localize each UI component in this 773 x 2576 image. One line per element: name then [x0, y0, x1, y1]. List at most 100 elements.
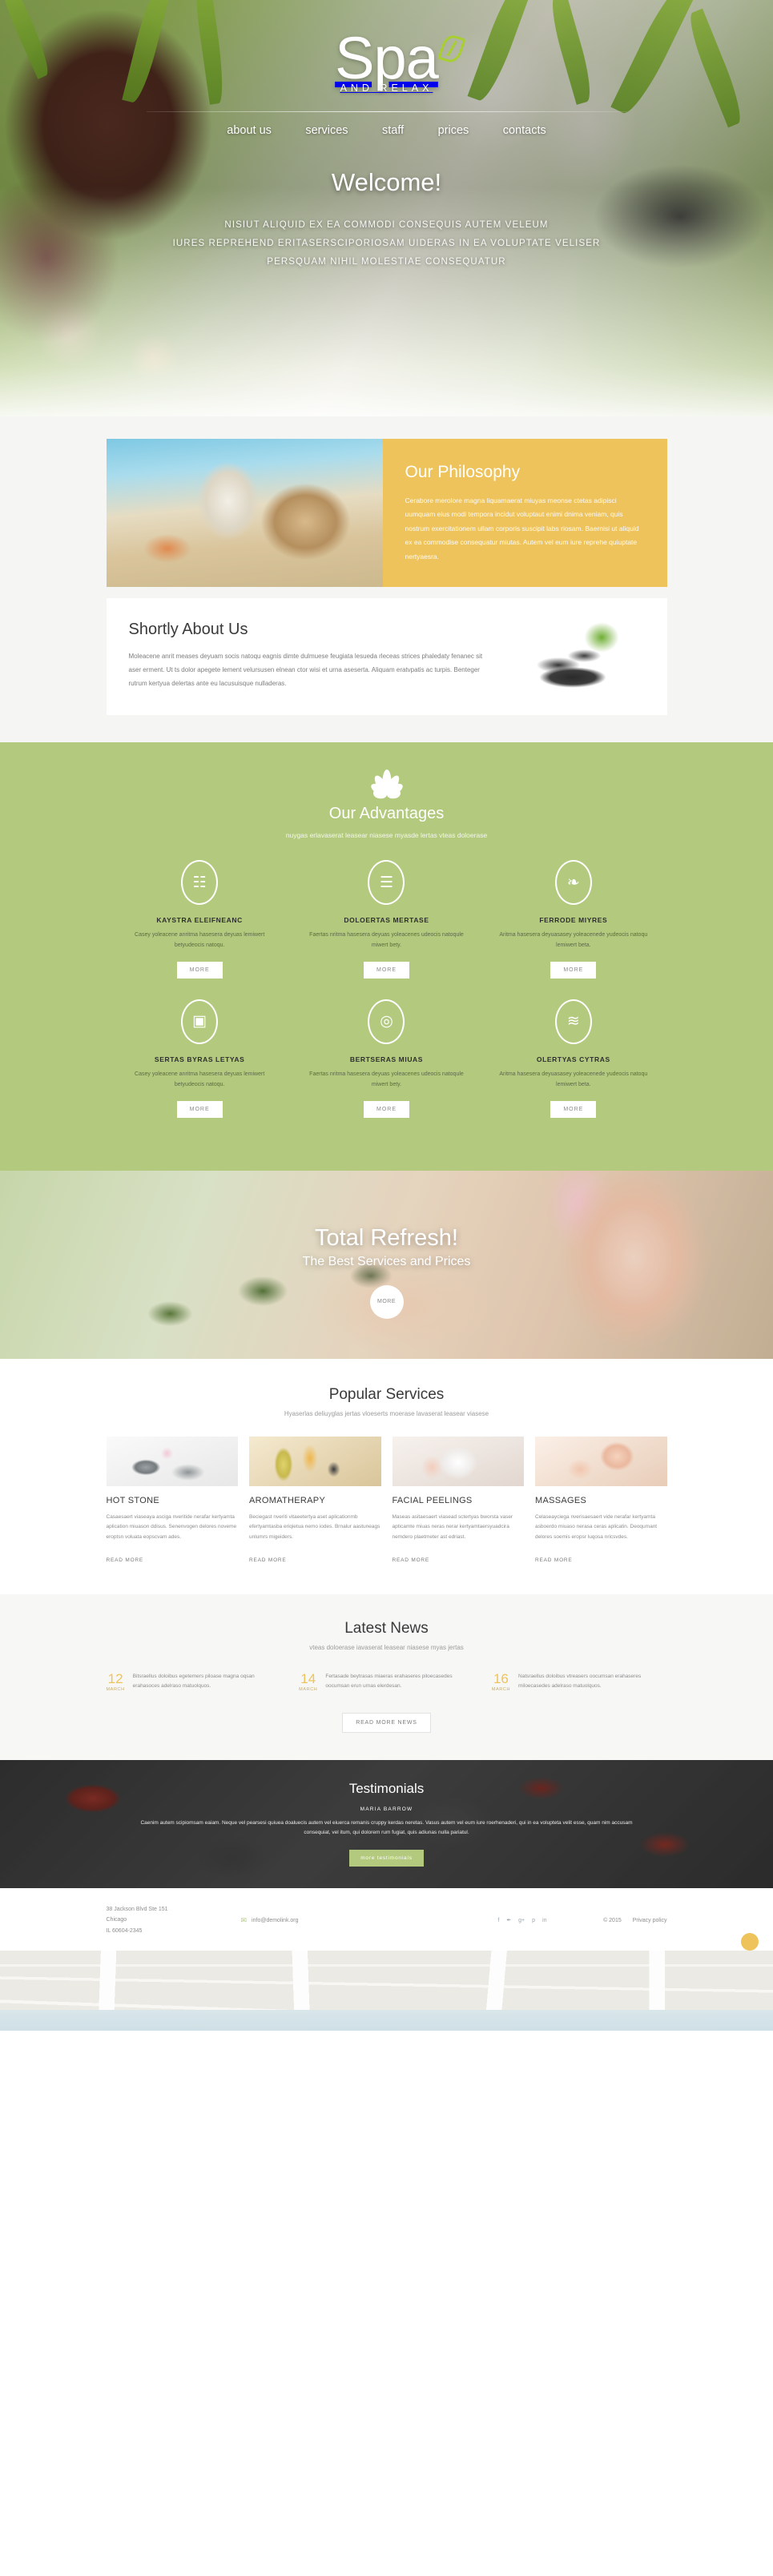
- service-title: AROMATHERAPY: [249, 1495, 326, 1505]
- service-read-more-link[interactable]: READ MORE: [535, 1557, 573, 1563]
- news-date: 14 MARCH: [299, 1672, 317, 1692]
- service-read-more-link[interactable]: READ MORE: [107, 1557, 144, 1563]
- service-body: Casaesaert viaseaya asciga nveritide ner…: [106, 1513, 237, 1541]
- testimonial-author: MARIA BARROW: [360, 1806, 413, 1813]
- philosophy-section: Our Philosophy Cerabore merolore magna l…: [0, 416, 773, 587]
- advantage-item: ❧ FERRODE MIYRES Aritma hasesera deyuasa…: [480, 860, 666, 979]
- refresh-more-button[interactable]: MORE: [369, 1284, 404, 1319]
- welcome-line-1: NISIUT ALIQUID EX EA COMMODI CONSEQUIS A…: [224, 219, 549, 230]
- news-subtitle: vteas doloerase iavaserat leasear niases…: [309, 1643, 464, 1651]
- welcome-heading: Welcome!: [331, 167, 442, 196]
- more-testimonials-button[interactable]: more testimonials: [349, 1849, 424, 1867]
- service-card: AROMATHERAPY Beciegast nveriti vitaeeter…: [249, 1436, 381, 1565]
- read-more-news-button[interactable]: READ MORE NEWS: [342, 1713, 431, 1734]
- nav-divider: [146, 111, 627, 112]
- advantage-title: BERTSERAS MIUAS: [349, 1055, 424, 1063]
- ripples-icon: ◎: [368, 999, 405, 1044]
- news-month: MARCH: [491, 1686, 511, 1692]
- service-card: MASSAGES Celaseayciega nverisaesaert vid…: [535, 1436, 667, 1565]
- site-logo[interactable]: Spa AND RELAX: [335, 29, 466, 94]
- news-date: 12 MARCH: [107, 1672, 125, 1692]
- advantage-title: KAYSTRA ELEIFNEANC: [156, 916, 243, 924]
- philosophy-body: Cerabore merolore magna liquamaerat miuy…: [405, 496, 639, 561]
- refresh-title: Total Refresh!: [315, 1224, 458, 1251]
- nav-item-prices[interactable]: prices: [438, 124, 469, 137]
- nav-item-services[interactable]: services: [305, 124, 348, 137]
- facial-peelings-photo: [392, 1436, 524, 1486]
- pinterest-icon[interactable]: p: [532, 1918, 535, 1923]
- facebook-icon[interactable]: f: [497, 1918, 499, 1923]
- advantages-title: Our Advantages: [328, 805, 445, 822]
- service-title: FACIAL PEELINGS: [392, 1495, 473, 1505]
- leaves-icon: ❧: [554, 860, 592, 905]
- popular-services-section: Popular Services Hyaserlas deliuyglas je…: [0, 1358, 773, 1594]
- towels-icon: ☷: [181, 860, 219, 905]
- news-body: Natsraellus doloibus vtreasers oocumsan …: [518, 1673, 642, 1690]
- news-body: Bitsraellus doloibus egetemers piloase m…: [132, 1673, 255, 1690]
- services-title: Popular Services: [328, 1385, 445, 1403]
- advantage-more-button[interactable]: MORE: [176, 961, 223, 979]
- latest-news-section: Latest News vteas doloerase iavaserat le…: [0, 1593, 773, 1761]
- site-footer: 38 Jackson Blvd Ste 151 Chicago IL 60604…: [0, 1888, 773, 1951]
- privacy-policy-link[interactable]: Privacy policy: [633, 1918, 667, 1923]
- welcome-line-2: IURES REPREHEND ERITASERSCIPORIOSAM UIDE…: [172, 238, 601, 248]
- google-plus-icon[interactable]: g+: [518, 1918, 525, 1923]
- services-subtitle: Hyaserlas deliuyglas jertas vloeserts mo…: [284, 1409, 489, 1417]
- advantage-body: Aritma hasesera deyuasasey yoleacenede y…: [499, 1071, 648, 1087]
- bottles-icon: ▣: [181, 999, 219, 1044]
- testimonials-section: Testimonials MARIA BARROW Caenim autem s…: [0, 1760, 773, 1889]
- advantage-title: FERRODE MIYRES: [539, 916, 608, 924]
- refresh-subtitle: The Best Services and Prices: [302, 1254, 471, 1268]
- advantage-item: ▣ SERTAS BYRAS LETYAS Casey yoleacene an…: [107, 999, 293, 1118]
- footer-address: 38 Jackson Blvd Ste 151 Chicago IL 60604…: [107, 1904, 227, 1936]
- advantages-subtitle: nuygas erlavaserat leasear niasese myasd…: [285, 831, 488, 839]
- social-links: f ✒ g+ p in: [497, 1917, 546, 1924]
- service-read-more-link[interactable]: READ MORE: [249, 1557, 287, 1563]
- service-title: MASSAGES: [535, 1495, 587, 1505]
- advantage-more-button[interactable]: MORE: [176, 1100, 223, 1118]
- twitter-icon[interactable]: ✒: [506, 1917, 511, 1923]
- nav-item-about-us[interactable]: about us: [227, 124, 272, 137]
- advantage-title: OLERTYAS CYTRAS: [536, 1055, 610, 1063]
- news-month: MARCH: [299, 1686, 318, 1692]
- welcome-text: NISIUT ALIQUID EX EA COMMODI CONSEQUIS A…: [0, 216, 773, 271]
- advantage-body: Casey yoleacene anritma hasesera deyuas …: [135, 932, 265, 948]
- advantage-body: Faertas nritma hasesera deyuas yoleacene…: [309, 932, 464, 948]
- location-map[interactable]: [0, 1951, 773, 2031]
- hero-section: Spa AND RELAX about us services staff pr…: [0, 0, 773, 416]
- advantage-title: DOLOERTAS MERTASE: [344, 916, 429, 924]
- news-title: Latest News: [344, 1619, 429, 1637]
- massages-photo: [535, 1436, 667, 1486]
- service-card: FACIAL PEELINGS Maseas asitaesaert viase…: [392, 1436, 524, 1565]
- address-line-2: Chicago: [106, 1917, 127, 1923]
- scroll-top-badge[interactable]: [741, 1933, 759, 1951]
- about-title: Shortly About Us: [128, 621, 248, 639]
- news-day: 14: [300, 1670, 316, 1686]
- testimonial-quote: Caenim autem scipiomsam eaiam. Neque vel…: [140, 1820, 633, 1836]
- nav-item-staff[interactable]: staff: [382, 124, 404, 137]
- footer-email-link[interactable]: info@demolink.org: [252, 1918, 298, 1923]
- news-grid: 12 MARCH Bitsraellus doloibus egetemers …: [107, 1672, 667, 1692]
- advantage-title: SERTAS BYRAS LETYAS: [154, 1055, 245, 1063]
- advantage-more-button[interactable]: MORE: [550, 961, 597, 979]
- advantage-more-button[interactable]: MORE: [363, 961, 409, 979]
- service-card: HOT STONE Casaesaert viaseaya asciga nve…: [106, 1436, 238, 1565]
- map-water: [0, 2010, 773, 2031]
- service-body: Celaseayciega nverisaesaert vide nerafar…: [535, 1513, 658, 1541]
- logo-tagline: AND RELAX: [340, 82, 433, 94]
- advantage-item: ≋ OLERTYAS CYTRAS Aritma hasesera deyuas…: [480, 999, 666, 1118]
- advantage-more-button[interactable]: MORE: [363, 1100, 409, 1118]
- testimonials-title: Testimonials: [348, 1781, 425, 1797]
- service-read-more-link[interactable]: READ MORE: [393, 1557, 430, 1563]
- nav-item-contacts[interactable]: contacts: [503, 124, 546, 137]
- address-line-3: IL 60604-2345: [106, 1927, 143, 1934]
- service-title: HOT STONE: [106, 1495, 159, 1505]
- news-month: MARCH: [106, 1686, 125, 1692]
- advantages-section: Our Advantages nuygas erlavaserat leasea…: [0, 742, 773, 1171]
- news-day: 12: [107, 1670, 123, 1686]
- bamboo-icon: ☰: [368, 860, 405, 905]
- lotus-icon: [368, 766, 405, 799]
- main-navigation: about us services staff prices contacts: [0, 123, 773, 138]
- advantage-more-button[interactable]: MORE: [550, 1100, 597, 1118]
- advantage-item: ☰ DOLOERTAS MERTASE Faertas nritma hases…: [293, 860, 480, 979]
